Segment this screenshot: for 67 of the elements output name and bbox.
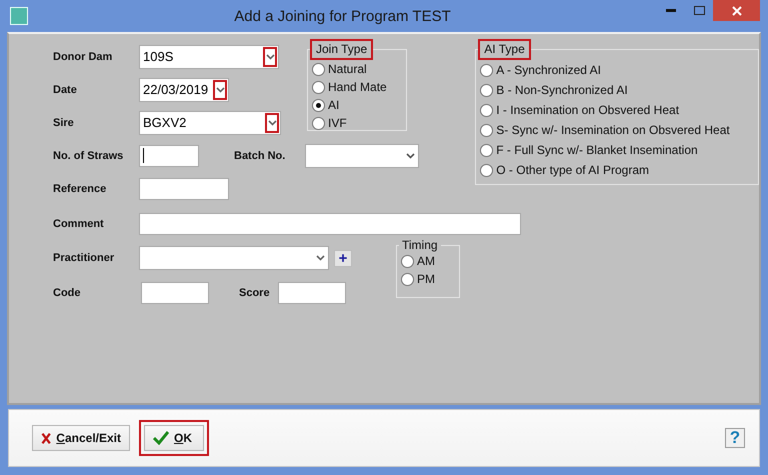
group-title: Join Type xyxy=(310,39,374,60)
input-field[interactable] xyxy=(139,178,229,200)
option-label: Hand Mate xyxy=(328,80,387,94)
close-button[interactable] xyxy=(713,0,760,21)
help-button[interactable]: ? xyxy=(725,428,745,448)
radio-button[interactable] xyxy=(401,254,414,268)
radio-button[interactable] xyxy=(480,164,494,176)
option-label: AM xyxy=(417,254,435,268)
input-field[interactable] xyxy=(139,144,199,166)
radio-button[interactable] xyxy=(401,272,414,286)
radio-button[interactable] xyxy=(480,124,494,136)
maximize-icon xyxy=(694,6,704,14)
radio-button[interactable] xyxy=(480,104,494,116)
field-label: Donor Dam xyxy=(53,50,114,62)
close-icon xyxy=(732,6,742,16)
input-field[interactable] xyxy=(141,282,209,304)
radio-button[interactable] xyxy=(312,98,325,112)
field-label: Comment xyxy=(53,218,105,230)
dropdown[interactable]: 109S xyxy=(139,44,279,68)
option-label: IVF xyxy=(328,116,347,130)
dropdown[interactable] xyxy=(305,144,420,168)
chevron-down-icon xyxy=(406,152,415,158)
x-icon xyxy=(41,430,52,446)
dropdown-value: 22/03/2019 xyxy=(143,82,210,97)
radio-button[interactable] xyxy=(480,144,494,156)
cancel-button[interactable]: Cancel/Exit xyxy=(32,425,130,451)
chevron-down-icon xyxy=(216,86,224,92)
option-label: B - Non-Synchronized AI xyxy=(496,83,628,97)
field-label: Reference xyxy=(53,182,108,194)
dropdown[interactable]: BGXV2 xyxy=(139,110,281,134)
field-label: Practitioner xyxy=(53,252,116,264)
radio-button[interactable] xyxy=(312,80,325,94)
field-label: Date xyxy=(53,84,78,96)
dropdown[interactable]: 22/03/2019 xyxy=(139,78,229,102)
radio-button[interactable] xyxy=(480,64,494,76)
radio-button[interactable] xyxy=(312,62,325,76)
window-title: Add a Joining for Program TEST xyxy=(233,8,452,24)
field-label: Score xyxy=(239,286,270,298)
option-label: A - Synchronized AI xyxy=(496,63,601,77)
radio-button[interactable] xyxy=(312,116,325,130)
checkmark-icon xyxy=(153,431,169,445)
option-label: O - Other type of AI Program xyxy=(496,163,649,177)
input-field[interactable] xyxy=(139,212,521,234)
app-icon xyxy=(10,7,28,25)
option-label: S- Sync w/- Insemination on Obsvered Heat xyxy=(496,123,730,137)
option-label: AI xyxy=(328,98,340,112)
field-label: Code xyxy=(53,286,82,298)
option-label: PM xyxy=(417,272,435,286)
chevron-down-icon xyxy=(266,54,274,60)
ok-button[interactable]: OK xyxy=(144,425,204,451)
field-label: No. of Straws xyxy=(53,150,124,162)
field-label: Batch No. xyxy=(234,150,286,162)
dropdown-value: BGXV2 xyxy=(143,115,188,130)
dropdown-value: 109S xyxy=(143,49,174,64)
dropdown[interactable] xyxy=(139,246,329,270)
radio-button[interactable] xyxy=(480,84,494,96)
input-field[interactable] xyxy=(278,282,346,304)
chevron-down-icon xyxy=(268,120,276,126)
group-title: AI Type xyxy=(478,39,531,60)
option-label: I - Insemination on Obsvered Heat xyxy=(496,103,680,117)
chevron-down-icon xyxy=(316,255,324,261)
minimize-icon xyxy=(666,8,676,12)
option-label: Natural xyxy=(328,62,367,76)
group-title: Timing xyxy=(401,238,439,252)
option-label: F - Full Sync w/- Blanket Insemination xyxy=(496,143,698,157)
field-label: Sire xyxy=(53,116,75,128)
add-button[interactable]: + xyxy=(334,250,352,266)
